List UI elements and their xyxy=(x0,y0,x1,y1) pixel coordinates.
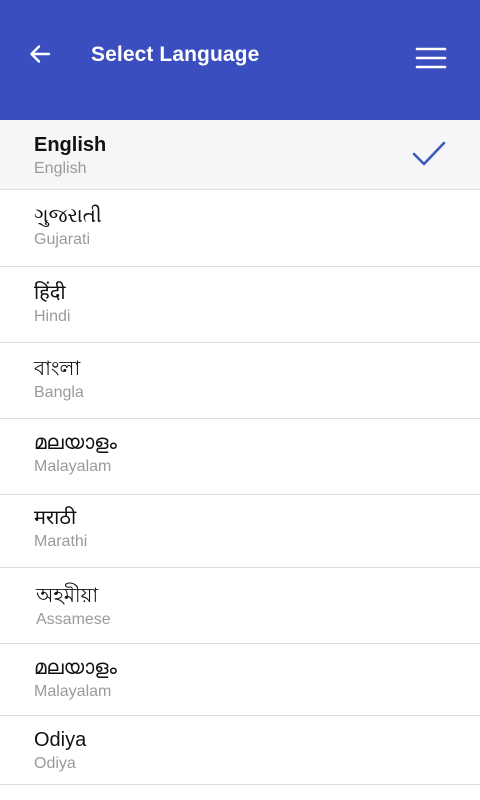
back-button[interactable] xyxy=(22,36,58,72)
language-native-name: অহমীয়া xyxy=(36,585,99,607)
menu-button[interactable] xyxy=(410,40,452,76)
language-list: English English ગુજરાતી Gujarati हिंदी H… xyxy=(0,120,480,785)
language-item-assamese[interactable]: অহমীয়া Assamese xyxy=(0,568,480,644)
language-native-name: हिंदी xyxy=(34,282,66,304)
language-native-name: मराठी xyxy=(34,507,77,529)
language-english-name: Assamese xyxy=(36,611,111,628)
language-english-name: Gujarati xyxy=(34,231,91,248)
language-english-name: Hindi xyxy=(34,308,71,325)
language-item-hindi[interactable]: हिंदी Hindi xyxy=(0,267,480,343)
language-english-name: Odiya xyxy=(34,755,76,772)
language-english-name: Marathi xyxy=(34,533,88,550)
language-item-marathi[interactable]: मराठी Marathi xyxy=(0,495,480,568)
language-item-bangla[interactable]: বাংলা Bangla xyxy=(0,343,480,419)
language-item-odiya[interactable]: Odiya Odiya xyxy=(0,716,480,785)
language-english-name: Bangla xyxy=(34,384,84,401)
language-native-name: മലയാളം xyxy=(34,432,117,454)
checkmark-icon xyxy=(412,141,446,166)
hamburger-menu-icon xyxy=(415,47,447,69)
language-item-gujarati[interactable]: ગુજરાતી Gujarati xyxy=(0,190,480,267)
language-item-english[interactable]: English English xyxy=(0,120,480,190)
language-native-name: Odiya xyxy=(34,729,87,751)
language-english-name: Malayalam xyxy=(34,683,112,700)
language-screen: Select Language English English ગુજરાતી … xyxy=(0,0,480,800)
page-title: Select Language xyxy=(91,43,260,66)
app-bar: Select Language xyxy=(0,0,480,120)
language-english-name: Malayalam xyxy=(34,458,112,475)
language-native-name: ગુજરાતી xyxy=(34,205,102,227)
language-native-name: বাংলা xyxy=(34,358,81,380)
language-item-malayalam[interactable]: മലയാളം Malayalam xyxy=(0,419,480,495)
language-native-name: മലയാളം xyxy=(34,657,117,679)
arrow-left-icon xyxy=(30,45,51,63)
language-item-malayalam-2[interactable]: മലയാളം Malayalam xyxy=(0,644,480,716)
